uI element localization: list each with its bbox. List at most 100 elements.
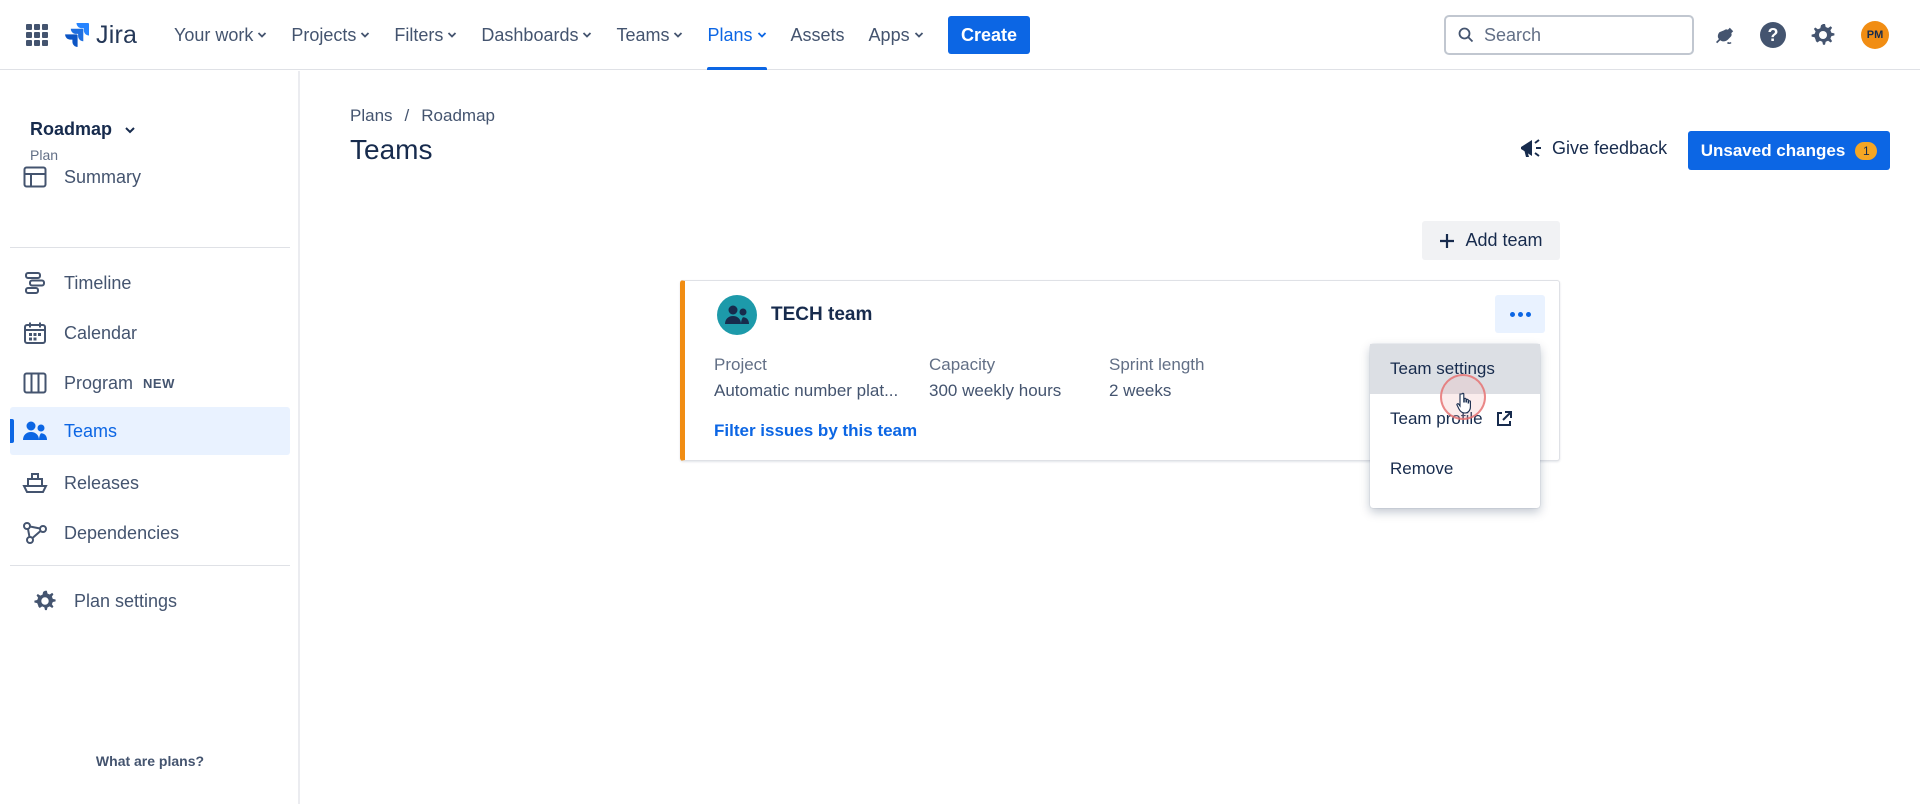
unsaved-changes-button[interactable]: Unsaved changes 1 (1688, 131, 1890, 170)
page-title: Teams (350, 134, 433, 165)
jira-logo[interactable]: Jira (64, 20, 137, 50)
sidebar-item-dependencies[interactable]: Dependencies (10, 509, 290, 557)
create-button[interactable]: Create (948, 16, 1030, 54)
nav-apps[interactable]: Apps (857, 0, 936, 70)
breadcrumb-roadmap[interactable]: Roadmap (421, 106, 495, 126)
team-field-sprint-length: Sprint length 2 weeks (1109, 355, 1204, 401)
field-label: Sprint length (1109, 355, 1205, 374)
nav-label: Plans (707, 24, 753, 45)
dependencies-icon (22, 520, 48, 546)
summary-icon (22, 164, 48, 190)
team-actions-menu: Team settings Team profile Remove (1370, 344, 1540, 508)
nav-filters[interactable]: Filters (382, 0, 469, 70)
chevron-down-icon (125, 126, 135, 133)
nav-label: Projects (291, 24, 357, 45)
svg-text:?: ? (1768, 25, 1779, 45)
sidebar-item-label: Plan settings (74, 590, 178, 611)
nav-projects[interactable]: Projects (279, 0, 382, 70)
team-name: TECH team (771, 304, 873, 325)
sidebar-item-plan-settings[interactable]: Plan settings (10, 577, 290, 625)
settings-icon[interactable] (1808, 20, 1838, 50)
sidebar-item-program[interactable]: Program NEW (10, 359, 290, 407)
chevron-down-icon (361, 32, 370, 38)
new-badge: NEW (143, 375, 175, 391)
filter-issues-link[interactable]: Filter issues by this team (714, 421, 917, 441)
notifications-icon[interactable] (1709, 20, 1739, 50)
menu-item-team-settings[interactable]: Team settings (1370, 344, 1540, 394)
field-value: 300 weekly hours (929, 381, 1062, 400)
project-switcher[interactable]: Roadmap (30, 119, 136, 140)
search-input[interactable] (1484, 24, 1674, 46)
sidebar-item-label: Teams (64, 420, 118, 441)
chevron-down-icon (583, 32, 592, 38)
program-icon (22, 370, 48, 396)
menu-item-label: Team profile (1390, 409, 1483, 428)
more-actions-button[interactable] (1495, 295, 1545, 333)
bell-icon (1716, 27, 1734, 45)
app-switcher-icon[interactable] (26, 24, 48, 46)
sidebar-item-label: Program (64, 372, 134, 393)
field-label: Project (714, 355, 767, 374)
nav-plans[interactable]: Plans (695, 0, 778, 70)
breadcrumb-plans[interactable]: Plans (350, 106, 393, 126)
megaphone-icon (1521, 139, 1541, 157)
releases-icon (22, 470, 48, 496)
question-icon: ? (1760, 22, 1786, 48)
unsaved-changes-label: Unsaved changes (1700, 140, 1846, 160)
calendar-icon (22, 320, 48, 346)
add-team-button[interactable]: Add team (1422, 221, 1560, 260)
field-label: Capacity (929, 355, 996, 374)
sidebar-divider (10, 247, 290, 248)
sidebar-item-timeline[interactable]: Timeline (10, 259, 290, 307)
nav-label: Assets (790, 24, 845, 45)
nav-dashboards[interactable]: Dashboards (469, 0, 604, 70)
sidebar-item-releases[interactable]: Releases (10, 459, 290, 507)
breadcrumb: Plans / Roadmap (350, 106, 495, 126)
nav-your-work[interactable]: Your work (162, 0, 279, 70)
external-link-icon (1496, 411, 1512, 426)
nav-label: Your work (174, 24, 254, 45)
nav-teams[interactable]: Teams (604, 0, 695, 70)
sidebar-item-teams[interactable]: Teams (10, 407, 290, 455)
nav-label: Filters (394, 24, 444, 45)
sidebar-divider (10, 565, 290, 566)
menu-item-team-profile[interactable]: Team profile (1370, 394, 1540, 444)
sidebar-item-summary[interactable]: Summary (10, 153, 290, 201)
jira-logo-icon (65, 23, 89, 47)
chevron-down-icon (914, 32, 923, 38)
search-box[interactable] (1444, 15, 1694, 55)
chevron-down-icon (757, 32, 766, 38)
sidebar-item-label: Timeline (64, 272, 132, 293)
menu-item-label: Team settings (1390, 359, 1495, 378)
add-team-label: Add team (1465, 230, 1543, 250)
gear-icon (1811, 24, 1835, 45)
project-name: Roadmap (30, 119, 113, 139)
jira-logo-text: Jira (96, 20, 138, 49)
what-are-plans-link[interactable]: What are plans? (0, 753, 300, 769)
unsaved-count-badge: 1 (1855, 141, 1878, 160)
top-navigation: Jira Your work Projects Filters Dashboar… (0, 0, 1920, 70)
teams-icon (22, 418, 48, 444)
give-feedback-button[interactable]: Give feedback (1518, 136, 1667, 160)
breadcrumb-separator: / (404, 106, 410, 125)
plus-icon (1440, 233, 1455, 248)
team-people-icon (725, 305, 749, 324)
team-field-project: Project Automatic number plat... (714, 355, 898, 401)
gear-icon (32, 588, 58, 614)
menu-item-remove[interactable]: Remove (1370, 444, 1540, 494)
primary-nav: Your work Projects Filters Dashboards Te… (162, 0, 936, 70)
sidebar-item-label: Summary (64, 166, 142, 187)
nav-assets[interactable]: Assets (779, 0, 857, 70)
nav-label: Dashboards (481, 24, 579, 45)
nav-label: Teams (616, 24, 670, 45)
field-value: 2 weeks (1109, 381, 1172, 400)
sidebar: Roadmap Plan Summary Timeline Calendar P… (0, 71, 300, 804)
sidebar-item-label: Dependencies (64, 522, 180, 543)
nav-label: Apps (868, 24, 910, 45)
timeline-icon (22, 270, 48, 296)
sidebar-item-label: Calendar (64, 322, 138, 343)
sidebar-item-calendar[interactable]: Calendar (10, 309, 290, 357)
give-feedback-label: Give feedback (1552, 137, 1668, 158)
help-icon[interactable]: ? (1758, 20, 1788, 50)
avatar[interactable]: PM (1861, 21, 1889, 49)
